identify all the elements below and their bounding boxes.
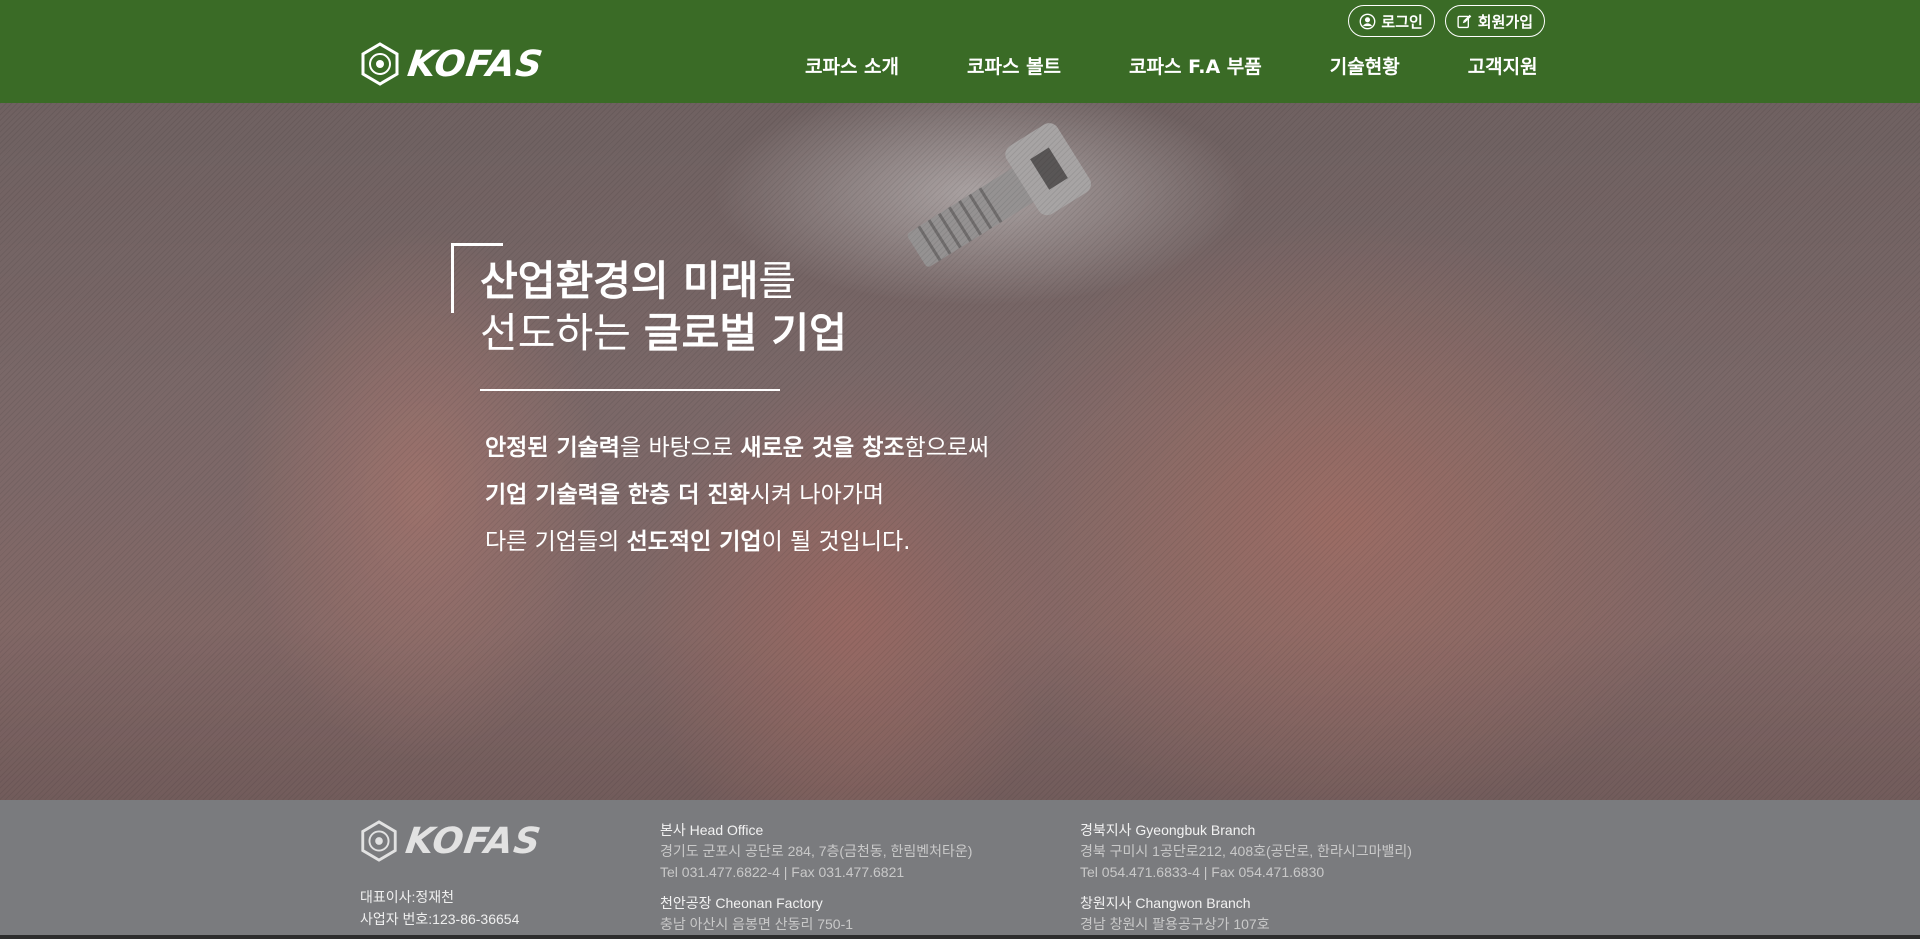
office-cheonan: 천안공장 Cheonan Factory 충남 아산시 음봉면 산동리 750-… [660, 893, 972, 935]
office-phone: Tel 054.471.6833-4 | Fax 054.471.6830 [1080, 864, 1325, 880]
hero-description: 안정된 기술력을 바탕으로 새로운 것을 창조함으로써 기업 기술력을 한층 더… [485, 425, 1185, 566]
headline-divider [480, 389, 780, 391]
desc-line1-text1: 을 바탕으로 [619, 435, 741, 461]
headline-line2-pre: 선도하는 [480, 309, 644, 357]
footer-offices-col2: 경북지사 Gyeongbuk Branch 경북 구미시 1공단로212, 40… [1080, 820, 1412, 939]
hero-banner: 산업환경의 미래를 선도하는 글로벌 기업 안정된 기술력을 바탕으로 새로운 … [0, 103, 1920, 800]
desc-line2-bold1: 기업 기술력을 한층 더 진화 [485, 482, 750, 508]
desc-line3-text2: 이 될 것입니다. [761, 529, 911, 555]
nav-item-support[interactable]: 고객지원 [1468, 52, 1538, 79]
office-title: 창원지사 Changwon Branch [1080, 895, 1251, 911]
edit-icon [1457, 14, 1472, 28]
nav-item-fa-parts[interactable]: 코파스 F.A 부품 [1129, 52, 1262, 79]
main-nav: 코파스 소개 코파스 볼트 코파스 F.A 부품 기술현황 고객지원 [805, 52, 1538, 79]
business-number: 사업자 번호:123-86-36654 [360, 911, 520, 927]
office-head: 본사 Head Office 경기도 군포시 공단로 284, 7층(금천동, … [660, 820, 972, 883]
company-info: 대표이사:정재천 사업자 번호:123-86-36654 Email:kofas… [360, 886, 519, 939]
headline-line2-bold: 글로벌 기업 [643, 309, 847, 357]
login-label: 로그인 [1381, 12, 1423, 31]
site-header: 로그인 회원가입 KOFAS 코파스 소개 코파스 볼트 코파스 F.A 부품 … [0, 0, 1920, 103]
headline-line1-rest: 를 [758, 257, 797, 305]
office-title: 본사 Head Office [660, 822, 764, 838]
signup-label: 회원가입 [1477, 12, 1533, 31]
office-address: 충남 아산시 음봉면 산동리 750-1 [660, 916, 854, 932]
office-phone: Tel 031.477.6822-4 | Fax 031.477.6821 [660, 864, 905, 880]
kofas-emblem-icon [361, 820, 397, 862]
user-icon [1359, 13, 1376, 29]
desc-line1-bold1: 안정된 기술력 [485, 435, 620, 461]
footer-logo-wordmark: KOFAS [403, 820, 544, 862]
ceo-text: 대표이사:정재천 [360, 889, 455, 905]
nav-item-about[interactable]: 코파스 소개 [805, 52, 899, 79]
office-address: 경기도 군포시 공단로 284, 7층(금천동, 한림벤처타운) [660, 843, 973, 859]
bottom-strip [0, 935, 1920, 939]
desc-line2-text1: 시켜 나아가며 [749, 482, 885, 508]
office-title: 경북지사 Gyeongbuk Branch [1080, 822, 1256, 838]
office-address: 경북 구미시 1공단로212, 408호(공단로, 한라시그마밸리) [1080, 843, 1412, 859]
logo-wordmark: KOFAS [405, 43, 546, 85]
footer-logo: KOFAS [358, 820, 544, 862]
desc-line1-bold2: 새로운 것을 창조 [740, 435, 905, 461]
top-links: 로그인 회원가입 [1348, 5, 1545, 37]
site-logo[interactable]: KOFAS [358, 42, 546, 86]
desc-line-1: 안정된 기술력을 바탕으로 새로운 것을 창조함으로써 [485, 425, 1185, 472]
nav-item-technology[interactable]: 기술현황 [1330, 52, 1400, 79]
desc-line3-text1: 다른 기업들의 [485, 529, 627, 555]
desc-line3-bold1: 선도적인 기업 [626, 529, 762, 555]
office-address: 경남 창원시 팔용공구상가 107호 [1080, 916, 1270, 932]
office-title: 천안공장 Cheonan Factory [660, 895, 823, 911]
office-changwon: 창원지사 Changwon Branch 경남 창원시 팔용공구상가 107호 [1080, 893, 1412, 935]
desc-line-2: 기업 기술력을 한층 더 진화시켜 나아가며 [485, 472, 1185, 519]
hero-headline: 산업환경의 미래를 선도하는 글로벌 기업 [480, 255, 1040, 359]
nav-item-bolt[interactable]: 코파스 볼트 [967, 52, 1061, 79]
login-button[interactable]: 로그인 [1348, 5, 1435, 37]
desc-line1-text2: 함으로써 [904, 435, 990, 461]
site-footer: KOFAS 대표이사:정재천 사업자 번호:123-86-36654 Email… [0, 800, 1920, 939]
kofas-emblem-icon [361, 42, 399, 86]
office-gyeongbuk: 경북지사 Gyeongbuk Branch 경북 구미시 1공단로212, 40… [1080, 820, 1412, 883]
signup-button[interactable]: 회원가입 [1444, 5, 1545, 37]
desc-line-3: 다른 기업들의 선도적인 기업이 될 것입니다. [485, 519, 1185, 566]
headline-line1-bold: 산업환경의 미래 [480, 257, 759, 305]
footer-offices-col1: 본사 Head Office 경기도 군포시 공단로 284, 7층(금천동, … [660, 820, 972, 939]
